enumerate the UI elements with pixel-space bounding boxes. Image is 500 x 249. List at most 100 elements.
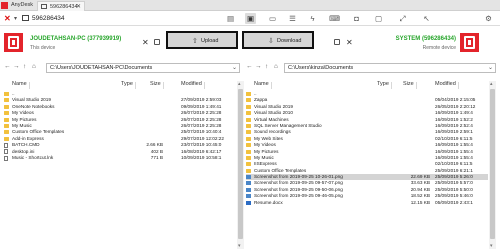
scroll-up-icon[interactable]: ▴ <box>238 81 241 87</box>
chevron-down-icon[interactable]: ⌄ <box>488 64 493 71</box>
file-row[interactable]: Music - Shortcut.lnk 771 B 10/09/2019 10:5… <box>4 155 236 161</box>
column-header-name[interactable]: Name <box>254 81 272 90</box>
image-file-icon <box>246 187 251 192</box>
column-header-modified[interactable]: Modified <box>435 81 459 90</box>
folder-icon <box>4 111 9 116</box>
file-icon <box>4 142 8 148</box>
gear-icon[interactable]: ⚙ <box>483 13 494 24</box>
fullscreen-icon[interactable]: ⤢ <box>397 13 408 24</box>
session-toolbar: ✕ ▾ 596286434 ▤ ▣ ▭ ☰ ϟ ⌨ ◘ ▢ ⤢ ↖ ⚙ <box>0 12 500 26</box>
local-file-list: Name Type Size Modified .. Visual Studio … <box>4 81 236 249</box>
column-header-size[interactable]: Size <box>150 81 164 90</box>
local-path-text: C:\Users\JOUDETAHSAN-PC\Documents <box>50 65 153 71</box>
close-icon[interactable]: ✕ <box>142 38 149 47</box>
folder-icon <box>246 162 251 167</box>
folder-icon <box>246 111 251 116</box>
folder-icon <box>246 136 251 141</box>
forward-icon[interactable]: → <box>255 63 262 70</box>
local-device-name: JOUDETAHSAN-PC (377939919) <box>30 36 122 42</box>
remote-path-input[interactable]: C:\Users\kinza\Documents ⌄ <box>284 63 496 73</box>
folder-icon <box>4 117 9 122</box>
anydesk-logo-icon <box>1 2 8 9</box>
session-id: 596286434 <box>32 15 65 22</box>
keyboard-icon[interactable]: ⌨ <box>329 13 340 24</box>
scroll-down-icon[interactable]: ▾ <box>238 243 241 249</box>
chat-icon[interactable]: ▢ <box>373 13 384 24</box>
image-file-icon <box>246 194 251 199</box>
file-size: 771 B <box>150 154 163 160</box>
local-scrollbar[interactable]: ▴ ▾ <box>237 81 244 249</box>
folder-icon <box>246 149 251 154</box>
file-size: 12.15 KB <box>410 199 430 205</box>
upload-button[interactable]: ⇧ Upload <box>166 31 238 49</box>
scroll-up-icon[interactable]: ▴ <box>490 81 493 87</box>
scroll-thumb[interactable] <box>490 89 495 239</box>
lightning-icon[interactable]: ϟ <box>307 13 318 24</box>
remote-device-label: Remote device <box>422 45 456 51</box>
folder-icon <box>4 123 9 128</box>
download-label: Download <box>277 38 302 44</box>
title-bar: AnyDesk 596286434 ✕ <box>0 0 500 11</box>
column-header-size[interactable]: Size <box>403 81 417 90</box>
monitor-icon[interactable]: ▭ <box>267 13 278 24</box>
file-transfer-icon[interactable]: ▣ <box>245 13 256 24</box>
tab-close-icon[interactable]: ✕ <box>76 3 81 10</box>
toolbar-actions: ▤ ▣ ▭ ☰ ϟ ⌨ ◘ ▢ ⤢ ↖ ⚙ <box>225 13 495 25</box>
sliders-icon[interactable]: ☰ <box>287 13 298 24</box>
local-path-input[interactable]: C:\Users\JOUDETAHSAN-PC\Documents ⌄ <box>46 63 240 73</box>
scroll-thumb[interactable] <box>238 89 243 239</box>
column-header-type[interactable]: Type <box>377 81 392 90</box>
local-device-icon <box>4 33 23 52</box>
upload-label: Upload <box>201 38 219 44</box>
close-session-icon[interactable]: ✕ <box>4 14 11 23</box>
remote-device-icon <box>460 33 479 52</box>
download-button[interactable]: ⇩ Download <box>242 31 314 49</box>
folder-icon <box>246 98 251 103</box>
monitor-icon <box>41 4 47 9</box>
upload-icon: ⇧ <box>192 38 198 45</box>
up-icon[interactable]: ↑ <box>265 63 268 70</box>
home-icon[interactable]: ⌂ <box>32 63 36 70</box>
session-tab-label: 596286434 <box>50 4 78 10</box>
folder-icon <box>246 130 251 135</box>
folder-icon <box>4 98 9 103</box>
camera-icon[interactable]: ◘ <box>351 13 362 24</box>
back-icon[interactable]: ← <box>4 63 11 70</box>
column-header-type[interactable]: Type <box>121 81 136 90</box>
folder-icon <box>4 92 9 96</box>
file-modified: 10/09/2019 10:58:1 <box>181 154 222 160</box>
remote-scrollbar[interactable]: ▴ ▾ <box>489 81 496 249</box>
remote-path-text: C:\Users\kinza\Documents <box>288 65 354 71</box>
folder-icon <box>246 155 251 160</box>
stop-icon[interactable] <box>334 39 340 45</box>
folder-icon <box>246 104 251 109</box>
remote-monitor-icon <box>22 15 29 21</box>
local-device-label: This device <box>30 45 56 51</box>
file-icon <box>4 149 8 155</box>
session-tab[interactable]: 596286434 ✕ <box>37 1 85 11</box>
back-icon[interactable]: ← <box>246 63 253 70</box>
stop-icon[interactable] <box>154 39 160 45</box>
close-icon[interactable]: ✕ <box>346 38 353 47</box>
forward-icon[interactable]: → <box>13 63 20 70</box>
chevron-down-icon[interactable]: ▾ <box>14 15 17 22</box>
folder-icon[interactable]: ▤ <box>225 13 236 24</box>
home-icon[interactable]: ⌂ <box>274 63 278 70</box>
file-name: Resume.docx <box>254 199 283 205</box>
scroll-down-icon[interactable]: ▾ <box>490 243 493 249</box>
cursor-icon[interactable]: ↖ <box>421 13 432 24</box>
download-icon: ⇩ <box>268 38 274 45</box>
transfer-header: JOUDETAHSAN-PC (377939919) This device ✕… <box>0 27 500 59</box>
chevron-down-icon[interactable]: ⌄ <box>232 64 237 71</box>
local-rows: .. Visual Studio 2019 27/09/2019 2:59:03 On… <box>4 91 236 161</box>
file-row[interactable]: Resume.docx 12.15 KB 05/09/2019 2:43:1 <box>246 200 488 206</box>
file-modified: 05/09/2019 2:43:1 <box>435 199 473 205</box>
column-header-name[interactable]: Name <box>12 81 30 90</box>
column-header-modified[interactable]: Modified <box>181 81 205 90</box>
remote-rows: .. Zappa 05/04/2019 2:15:05 Visual Studio 2… <box>246 91 488 206</box>
image-file-icon <box>246 181 251 186</box>
up-icon[interactable]: ↑ <box>23 63 26 70</box>
folder-icon <box>4 130 9 135</box>
local-path-bar: ← → ↑ ⌂ C:\Users\JOUDETAHSAN-PC\Document… <box>4 63 240 73</box>
folder-icon <box>246 123 251 128</box>
